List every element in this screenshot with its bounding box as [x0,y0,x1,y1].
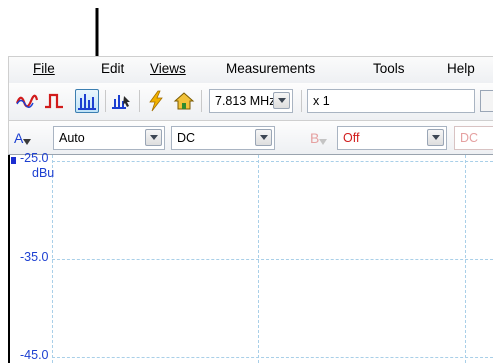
y-tick-label: -45.0 [20,348,49,362]
y-unit-label: dBu [32,166,55,180]
toolbar-separator [105,90,106,112]
menu-measurements-label: Measurements [226,61,316,76]
channel-a-icon[interactable]: A [13,129,35,149]
add-view-button[interactable] [110,89,134,113]
channel-a-marker-icon [11,157,16,164]
channel-b-range-dropdown-icon[interactable] [427,129,444,146]
home-button[interactable] [172,89,196,113]
zoom-value: x 1 [313,94,330,108]
y-tick-label: -35.0 [20,250,49,264]
channel-b-coupling-value: DC [460,131,479,145]
menu-edit-label: Edit [101,61,125,76]
menu-file-label: File [33,61,55,76]
grid-line-vertical [52,155,53,363]
grid-line-horizontal [52,259,493,260]
spectrum-mode-icon [78,94,96,110]
channel-a-label: A [14,130,24,146]
menu-bar: File Edit Views Measurements Tools Help [8,56,493,83]
plot-left-border [8,155,10,363]
zoom-input[interactable]: x 1 [307,89,475,113]
grid-line-horizontal [52,357,493,358]
main-toolbar: 7.813 MHz x 1 [8,83,493,121]
channel-b-icon[interactable]: B [309,129,331,149]
trigger-button[interactable] [144,89,168,113]
add-view-icon [112,95,130,109]
persistence-mode-icon [45,93,63,109]
frequency-value: 7.813 MHz [215,94,276,108]
menu-help-label: Help [447,61,475,76]
picoscope-window: File Edit Views Measurements Tools Help [0,56,493,363]
channel-b-coupling-select[interactable]: DC [454,126,493,150]
grid-line-vertical [465,155,466,363]
channel-b-range-value: Off [343,131,360,145]
menu-edit[interactable]: Edit [101,61,124,76]
frequency-dropdown-icon[interactable] [273,92,290,109]
channel-a-range-value: Auto [59,131,85,145]
channel-a-coupling-value: DC [177,131,196,145]
menu-measurements[interactable]: Measurements [226,61,315,76]
menu-views-label: Views [150,61,186,76]
channel-a-coupling-dropdown-icon[interactable] [255,129,272,146]
menu-help[interactable]: Help [447,61,475,76]
channel-b-label: B [310,130,319,146]
y-tick-label: -25.0 [20,151,49,165]
persistence-mode-button[interactable] [43,89,67,113]
toolbar-separator [301,90,302,112]
grid-line-vertical [258,155,259,363]
menu-file[interactable]: File [33,61,55,76]
toolbar-separator [139,90,140,112]
menu-tools-label: Tools [373,61,405,76]
channel-a-range-dropdown-icon[interactable] [145,129,162,146]
spectrum-mode-button[interactable] [75,89,99,113]
zoom-spinner-icon[interactable] [480,90,493,112]
scope-mode-button[interactable] [15,89,39,113]
scope-mode-icon [15,94,39,108]
menu-tools[interactable]: Tools [373,61,405,76]
channel-toolbar: A Auto DC B Off DC [8,121,493,155]
toolbar-separator [201,90,202,112]
lightning-icon [149,90,163,112]
spectrum-plot[interactable]: -25.0 dBu -35.0 -45.0 [8,151,493,363]
grid-line-horizontal [52,161,493,162]
home-icon [173,92,195,110]
menu-views[interactable]: Views [150,61,186,76]
